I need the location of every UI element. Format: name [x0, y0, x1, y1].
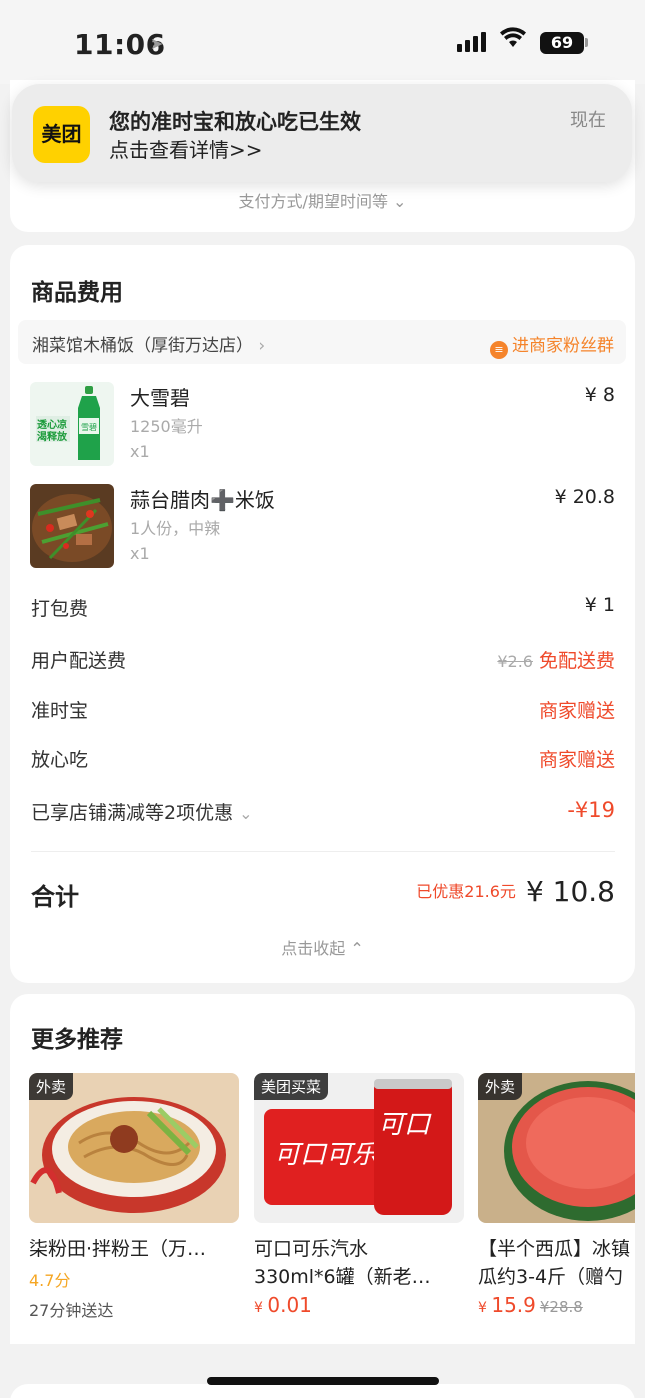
item-spec: 1250毫升 — [130, 417, 203, 436]
push-notification[interactable]: 美团 您的准时宝和放心吃已生效 点击查看详情>> 现在 — [12, 84, 632, 182]
pay-options-label: 支付方式/期望时间等 — [238, 192, 388, 211]
total-label: 合计 — [31, 883, 79, 911]
item-name: 蒜台腊肉➕米饭 — [130, 488, 275, 512]
location-arrow-icon: ➤ — [150, 34, 164, 53]
svg-text:透心凉: 透心凉 — [37, 418, 67, 431]
fee-section-title: 商品费用 — [31, 280, 123, 306]
total-saved: 已优惠21.6元 — [416, 882, 516, 901]
ontime-label: 准时宝 — [31, 700, 89, 722]
sprite-bottle-image: 透心凉 渴释放 雪碧 — [30, 382, 114, 466]
store-name: 湘菜馆木桶饭（厚街万达店） — [32, 336, 253, 356]
item-name-line2: 瓜约3-4斤（赠勺 — [478, 1266, 624, 1288]
status-bar: 11:06 ➤ 69 — [0, 0, 645, 84]
item-tag: 外卖 — [478, 1073, 523, 1100]
meituan-app-icon: 美团 — [33, 106, 90, 163]
cellular-signal-icon — [457, 32, 486, 52]
item-name: 大雪碧 — [130, 386, 190, 410]
delivery-fee-label: 用户配送费 — [31, 650, 127, 672]
ontime-row: 准时宝 商家赠送 — [31, 696, 615, 726]
item-price: ¥ 8 — [584, 384, 615, 406]
total-value: ¥ 10.8 — [525, 875, 615, 908]
recommend-item[interactable]: 可口可乐 可口 美团买菜 可口可乐汽水 330ml*6罐（新老… ¥ 0.01 — [254, 1073, 464, 1317]
recommend-item[interactable]: 外卖 【半个西瓜】冰镇 瓜约3-4斤（赠勺 ¥ 15.9 ¥28.8 — [478, 1073, 635, 1317]
notification-time: 现在 — [570, 110, 606, 131]
notification-body: 点击查看详情>> — [109, 138, 263, 162]
notification-title: 您的准时宝和放心吃已生效 — [109, 110, 361, 134]
battery-indicator: 69 — [540, 32, 584, 54]
battery-tip — [585, 38, 588, 47]
item-qty: x1 — [130, 442, 150, 461]
store-row: 湘菜馆木桶饭（厚街万达店） › ≡ 进商家粉丝群 — [18, 320, 626, 364]
item-name-line1: 可口可乐汽水 — [254, 1238, 369, 1260]
watermelon-image: 外卖 — [478, 1073, 635, 1223]
svg-text:渴释放: 渴释放 — [37, 430, 68, 443]
item-price: ¥ 0.01 — [254, 1293, 312, 1317]
packing-fee-value: ¥ 1 — [584, 594, 615, 616]
item-name-line1: 【半个西瓜】冰镇 — [478, 1238, 631, 1260]
safe-value: 商家赠送 — [538, 749, 615, 771]
item-tag: 美团买菜 — [254, 1073, 329, 1100]
order-item: 蒜台腊肉➕米饭 1人份，中辣 x1 ¥ 20.8 — [30, 484, 615, 574]
chevron-up-icon: ⌃ — [350, 939, 364, 958]
packing-fee-row: 打包费 ¥ 1 — [31, 594, 615, 624]
coke-image: 可口可乐 可口 美团买菜 — [254, 1073, 464, 1223]
fans-group-button[interactable]: ≡ 进商家粉丝群 — [490, 331, 614, 359]
item-eta: 27分钟送达 — [29, 1301, 114, 1320]
wifi-icon — [500, 26, 526, 56]
collapse-button[interactable]: 点击收起 ⌃ — [10, 935, 635, 959]
home-indicator[interactable] — [207, 1377, 439, 1385]
delivery-fee-row: 用户配送费 ¥2.6 免配送费 — [31, 646, 615, 676]
packing-fee-label: 打包费 — [31, 598, 89, 620]
store-link[interactable]: 湘菜馆木桶饭（厚街万达店） › — [32, 331, 265, 356]
item-old-price: ¥28.8 — [539, 1298, 583, 1316]
item-qty: x1 — [130, 544, 150, 563]
item-price-value: 0.01 — [267, 1293, 312, 1317]
chevron-right-icon: › — [258, 336, 266, 356]
safe-label: 放心吃 — [31, 749, 89, 771]
discount-label: 已享店铺满减等2项优惠 — [31, 802, 234, 824]
item-price: ¥ 20.8 — [554, 486, 615, 508]
item-rating: 4.7分 — [29, 1271, 71, 1290]
ontime-value: 商家赠送 — [538, 700, 615, 722]
recommend-item[interactable]: 外卖 柒粉田·拌粉王（万… 4.7分 27分钟送达 — [29, 1073, 239, 1321]
recommend-section-title: 更多推荐 — [31, 1027, 123, 1053]
fee-card: 商品费用 湘菜馆木桶饭（厚街万达店） › ≡ 进商家粉丝群 透心凉 渴释放 雪碧 … — [10, 245, 635, 983]
chat-icon: ≡ — [490, 341, 508, 359]
svg-text:可口: 可口 — [378, 1110, 432, 1140]
chevron-down-icon: ⌄ — [393, 192, 407, 211]
pay-options-toggle[interactable]: 支付方式/期望时间等 ⌄ — [0, 188, 645, 212]
order-item: 透心凉 渴释放 雪碧 大雪碧 1250毫升 x1 ¥ 8 — [30, 382, 615, 472]
collapse-label: 点击收起 — [281, 939, 346, 958]
item-name-line2: 330ml*6罐（新老… — [254, 1266, 431, 1288]
fans-group-label: 进商家粉丝群 — [512, 336, 614, 356]
next-card — [10, 1384, 635, 1398]
safe-row: 放心吃 商家赠送 — [31, 745, 615, 775]
svg-text:可口可乐: 可口可乐 — [274, 1140, 380, 1170]
item-tag: 外卖 — [29, 1073, 74, 1100]
item-price-value: 15.9 — [491, 1293, 536, 1317]
recommend-card: 更多推荐 外卖 柒粉田·拌粉王（万… 4.7分 27分钟送达 可口可乐 可口 美… — [10, 994, 635, 1344]
chevron-down-icon: ⌄ — [239, 804, 253, 823]
item-price: ¥ 15.9 ¥28.8 — [478, 1293, 583, 1317]
discount-row[interactable]: 已享店铺满减等2项优惠 ⌄ -¥19 — [31, 798, 615, 828]
divider — [31, 851, 615, 852]
delivery-fee-original: ¥2.6 — [497, 652, 533, 671]
noodle-image: 外卖 — [29, 1073, 239, 1223]
svg-text:雪碧: 雪碧 — [81, 422, 97, 432]
item-spec: 1人份，中辣 — [130, 519, 221, 538]
item-name: 柒粉田·拌粉王（万… — [29, 1238, 207, 1260]
delivery-fee-value: 免配送费 — [538, 650, 615, 672]
discount-value: -¥19 — [567, 798, 615, 822]
dish-image — [30, 484, 114, 568]
